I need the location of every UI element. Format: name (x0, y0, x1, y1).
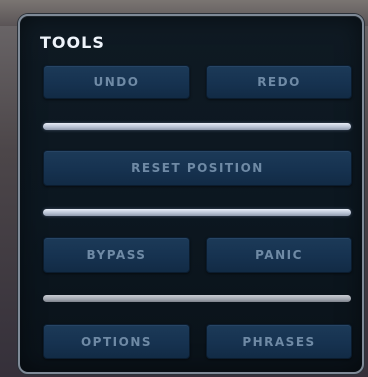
bypass-button[interactable]: BYPASS (43, 237, 190, 273)
redo-button-label: REDO (257, 75, 301, 89)
bypass-button-label: BYPASS (86, 248, 147, 262)
options-button[interactable]: OPTIONS (43, 324, 190, 359)
reset-position-button-label: RESET POSITION (131, 161, 264, 175)
redo-button[interactable]: REDO (206, 65, 352, 99)
undo-button[interactable]: UNDO (43, 65, 190, 99)
options-button-label: OPTIONS (80, 334, 153, 349)
divider (43, 209, 351, 216)
phrases-button-label: PHRASES (242, 334, 316, 349)
tools-panel: TOOLS UNDO REDO RESET POSITION BYPASS PA… (18, 14, 364, 374)
panic-button-label: PANIC (255, 248, 303, 262)
panic-button[interactable]: PANIC (206, 237, 352, 273)
divider (43, 295, 351, 302)
reset-position-button[interactable]: RESET POSITION (43, 150, 352, 186)
undo-button-label: UNDO (93, 75, 140, 89)
panel-title: TOOLS (40, 33, 105, 52)
phrases-button[interactable]: PHRASES (206, 324, 352, 359)
divider (43, 123, 351, 130)
